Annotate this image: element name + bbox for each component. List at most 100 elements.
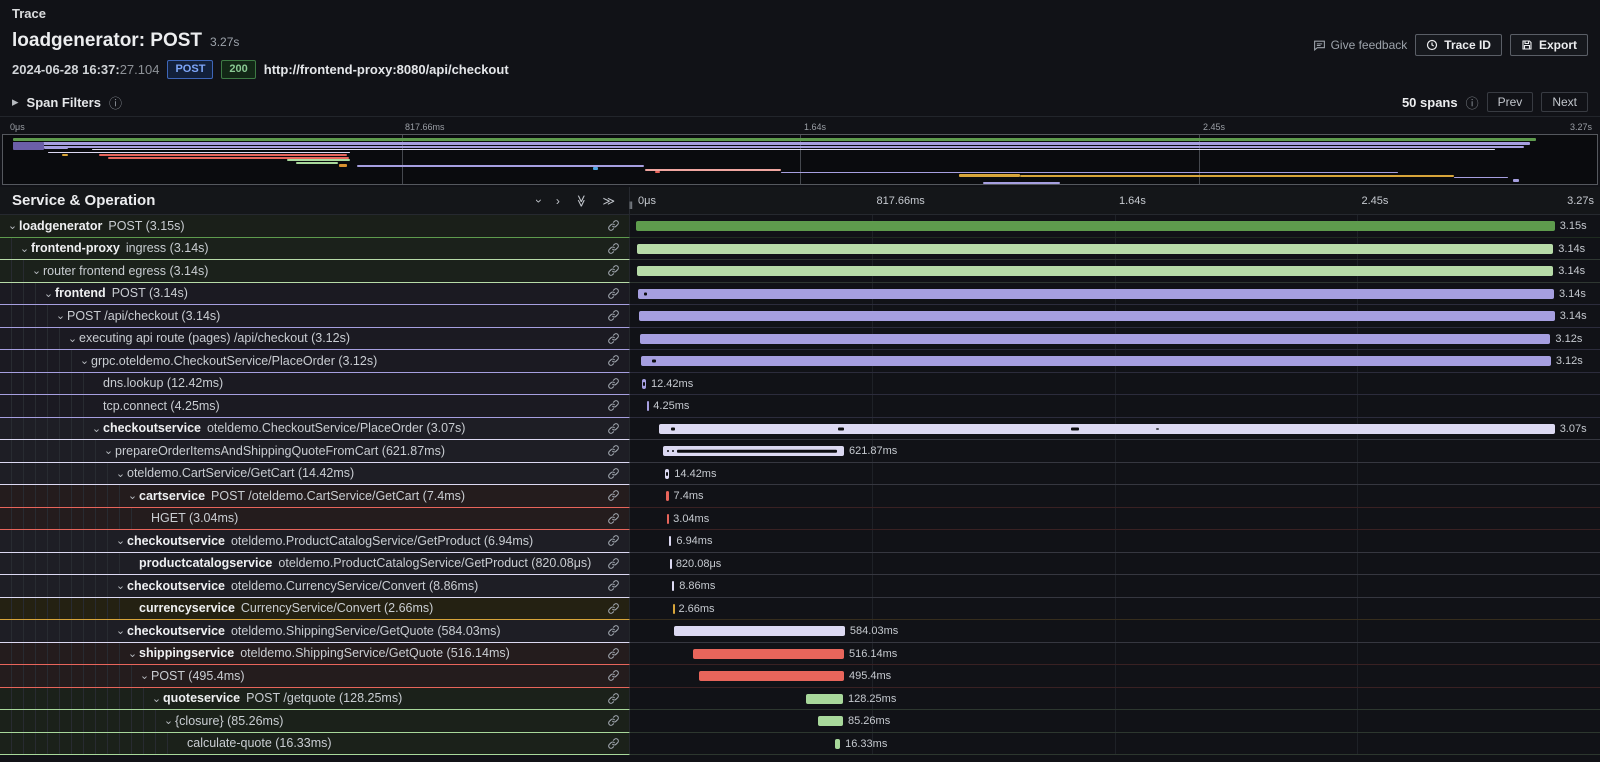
span-row[interactable]: ⌄prepareOrderItemsAndShippingQuoteFromCa… <box>0 440 1600 463</box>
next-button[interactable]: Next <box>1541 92 1588 112</box>
chevron-right-icon[interactable]: ▸ <box>12 94 19 110</box>
span-row[interactable]: calculate-quote (16.33ms)16.33ms <box>0 733 1600 756</box>
span-duration-bar[interactable] <box>659 424 1555 434</box>
span-link-icon[interactable] <box>607 647 629 660</box>
tick-label: 1.64s <box>804 122 826 132</box>
chevron-down-icon[interactable]: ⌄ <box>42 287 55 300</box>
span-link-icon[interactable] <box>607 444 629 457</box>
span-row[interactable]: ⌄checkoutserviceoteldemo.ProductCatalogS… <box>0 530 1600 553</box>
info-icon[interactable]: ⓘ <box>1466 93 1479 112</box>
chevron-down-icon[interactable]: ⌄ <box>90 422 103 435</box>
span-link-icon[interactable] <box>607 602 629 615</box>
span-link-icon[interactable] <box>607 534 629 547</box>
span-row[interactable]: ⌄cartservicePOST /oteldemo.CartService/G… <box>0 485 1600 508</box>
prev-button[interactable]: Prev <box>1487 92 1534 112</box>
span-link-icon[interactable] <box>607 354 629 367</box>
timeline-minimap[interactable] <box>2 134 1598 185</box>
export-button[interactable]: Export <box>1510 34 1588 56</box>
span-row[interactable]: ⌄loadgeneratorPOST (3.15s)3.15s <box>0 215 1600 238</box>
span-duration-bar[interactable] <box>693 649 844 659</box>
span-row[interactable]: dns.lookup (12.42ms)12.42ms <box>0 373 1600 396</box>
span-row[interactable]: ⌄POST (495.4ms)495.4ms <box>0 665 1600 688</box>
span-link-icon[interactable] <box>607 669 629 682</box>
chevron-down-icon[interactable]: ⌄ <box>162 714 175 727</box>
chevron-down-icon[interactable]: ⌄ <box>30 264 43 277</box>
span-row[interactable]: ⌄frontend-proxyingress (3.14s)3.14s <box>0 238 1600 261</box>
collapse-one-icon[interactable]: › <box>533 199 545 203</box>
span-link-icon[interactable] <box>607 309 629 322</box>
span-duration-bar[interactable] <box>639 311 1555 321</box>
span-row[interactable]: tcp.connect (4.25ms)4.25ms <box>0 395 1600 418</box>
span-link-icon[interactable] <box>607 467 629 480</box>
span-row[interactable]: HGET (3.04ms)3.04ms <box>0 508 1600 531</box>
span-link-icon[interactable] <box>607 264 629 277</box>
chevron-down-icon[interactable]: ⌄ <box>126 489 139 502</box>
span-row[interactable]: ⌄quoteservicePOST /getquote (128.25ms)12… <box>0 688 1600 711</box>
span-row[interactable]: ⌄checkoutserviceoteldemo.CheckoutService… <box>0 418 1600 441</box>
span-link-icon[interactable] <box>607 422 629 435</box>
span-row[interactable]: ⌄POST /api/checkout (3.14s)3.14s <box>0 305 1600 328</box>
operation-name: oteldemo.CheckoutService/PlaceOrder (3.0… <box>207 421 465 435</box>
span-duration-bar[interactable] <box>640 334 1550 344</box>
chevron-down-icon[interactable]: ⌄ <box>66 332 79 345</box>
span-duration-bar[interactable] <box>674 626 845 636</box>
span-link-icon[interactable] <box>607 377 629 390</box>
span-row[interactable]: productcatalogserviceoteldemo.ProductCat… <box>0 553 1600 576</box>
span-link-icon[interactable] <box>607 579 629 592</box>
span-link-icon[interactable] <box>607 714 629 727</box>
span-link-icon[interactable] <box>607 737 629 750</box>
chevron-down-icon[interactable]: ⌄ <box>78 354 91 367</box>
span-link-icon[interactable] <box>607 332 629 345</box>
service-name: checkoutservice <box>127 579 225 593</box>
chevron-down-icon[interactable]: ⌄ <box>102 444 115 457</box>
chevron-down-icon[interactable]: ⌄ <box>138 669 151 682</box>
span-link-icon[interactable] <box>607 489 629 502</box>
span-duration-bar[interactable] <box>818 716 843 726</box>
span-duration-bar[interactable] <box>636 221 1555 231</box>
chevron-down-icon[interactable]: ⌄ <box>114 534 127 547</box>
chevron-down-icon[interactable]: ⌄ <box>54 309 67 322</box>
span-row[interactable]: ⌄checkoutserviceoteldemo.ShippingService… <box>0 620 1600 643</box>
span-link-icon[interactable] <box>607 624 629 637</box>
span-row[interactable]: ⌄grpc.oteldemo.CheckoutService/PlaceOrde… <box>0 350 1600 373</box>
span-row[interactable]: ⌄shippingserviceoteldemo.ShippingService… <box>0 643 1600 666</box>
column-resize-handle[interactable]: ‖ <box>629 201 634 212</box>
span-row[interactable]: ⌄oteldemo.CartService/GetCart (14.42ms)1… <box>0 463 1600 486</box>
chevron-down-icon[interactable]: ⌄ <box>114 624 127 637</box>
span-link-icon[interactable] <box>607 512 629 525</box>
span-duration-bar[interactable] <box>806 694 843 704</box>
span-duration-bar[interactable] <box>637 244 1553 254</box>
chevron-down-icon[interactable]: ⌄ <box>114 579 127 592</box>
trace-id-button[interactable]: Trace ID <box>1415 34 1502 56</box>
span-duration-bar[interactable] <box>699 671 844 681</box>
span-duration-label: 2.66ms <box>673 603 714 615</box>
span-link-icon[interactable] <box>607 399 629 412</box>
chevron-down-icon[interactable]: ⌄ <box>18 242 31 255</box>
span-filters-label[interactable]: Span Filters <box>27 95 101 110</box>
info-icon[interactable]: ⓘ <box>109 93 122 112</box>
chevron-down-icon[interactable]: ⌄ <box>114 467 127 480</box>
span-link-icon[interactable] <box>607 219 629 232</box>
span-duration-bar[interactable] <box>637 266 1553 276</box>
chevron-down-icon[interactable]: ⌄ <box>126 647 139 660</box>
chevron-down-icon[interactable]: ⌄ <box>150 692 163 705</box>
expand-all-icon[interactable]: ≫ <box>602 195 615 207</box>
collapse-all-icon[interactable]: ≫ <box>575 194 587 207</box>
span-row[interactable]: ⌄{closure} (85.26ms)85.26ms <box>0 710 1600 733</box>
span-row[interactable]: ⌄executing api route (pages) /api/checko… <box>0 328 1600 351</box>
chevron-down-icon[interactable]: ⌄ <box>6 219 19 232</box>
span-duration-bar[interactable] <box>641 356 1551 366</box>
span-row[interactable]: ⌄frontendPOST (3.14s)3.14s <box>0 283 1600 306</box>
give-feedback-link[interactable]: Give feedback <box>1313 38 1408 52</box>
span-row[interactable]: ⌄router frontend egress (3.14s)3.14s <box>0 260 1600 283</box>
expand-one-icon[interactable]: › <box>556 195 560 207</box>
span-link-icon[interactable] <box>607 692 629 705</box>
span-row[interactable]: ⌄checkoutserviceoteldemo.CurrencyService… <box>0 575 1600 598</box>
operation-name: ingress (3.14s) <box>126 241 209 255</box>
span-duration-bar[interactable] <box>638 289 1554 299</box>
span-link-icon[interactable] <box>607 242 629 255</box>
span-link-icon[interactable] <box>607 287 629 300</box>
span-link-icon[interactable] <box>607 557 629 570</box>
span-duration-bar[interactable] <box>663 446 844 456</box>
span-row[interactable]: currencyserviceCurrencyService/Convert (… <box>0 598 1600 621</box>
